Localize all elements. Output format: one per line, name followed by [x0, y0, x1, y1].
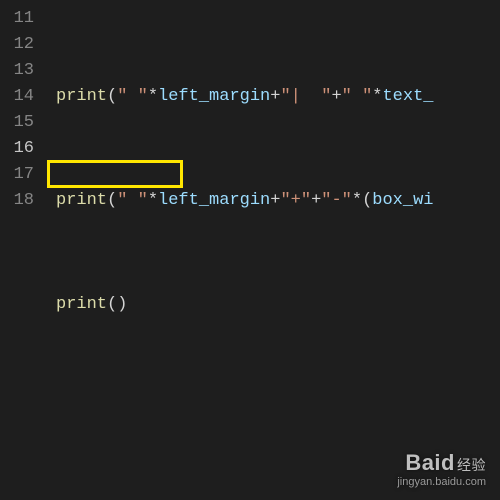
code-area[interactable]: print(" "*left_margin+"| "+" "*text_ pri…	[44, 0, 434, 500]
line-number: 12	[0, 32, 34, 58]
line-number: 15	[0, 110, 34, 136]
line-number: 14	[0, 84, 34, 110]
fn-token: print	[56, 87, 107, 106]
code-line[interactable]: print(" "*left_margin+"+"+"-"*(box_wi	[56, 188, 434, 214]
line-number: 11	[0, 6, 34, 32]
code-line[interactable]: print(" "*left_margin+"| "+" "*text_	[56, 84, 434, 110]
line-number: 17	[0, 162, 34, 188]
code-editor[interactable]: 1112131415161718 print(" "*left_margin+"…	[0, 0, 500, 500]
line-number: 16	[0, 136, 34, 162]
line-number: 13	[0, 58, 34, 84]
code-line[interactable]: print()	[56, 292, 434, 318]
code-line[interactable]	[56, 396, 434, 422]
line-number: 18	[0, 188, 34, 214]
line-number-gutter: 1112131415161718	[0, 0, 44, 500]
